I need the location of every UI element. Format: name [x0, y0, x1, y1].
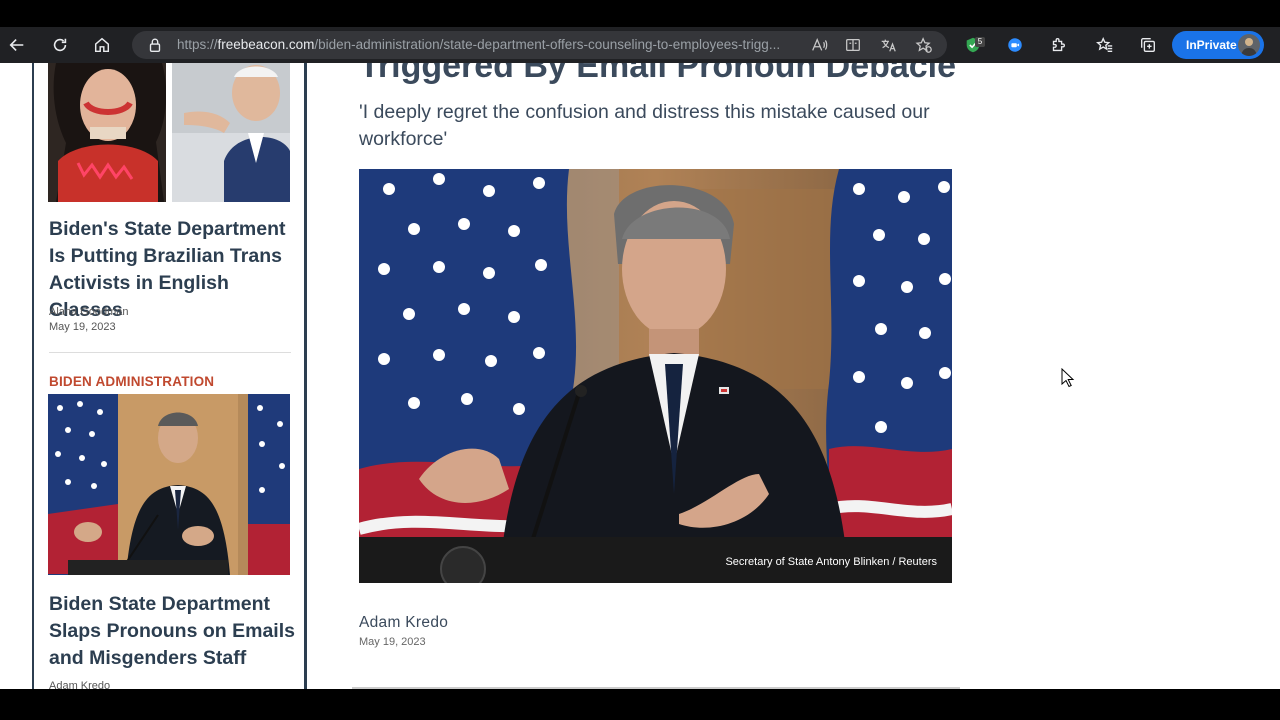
related-stories-sidebar: Biden's State Department Is Putting Braz…: [32, 63, 307, 689]
url-text[interactable]: https://freebeacon.com/biden-administrat…: [177, 37, 817, 52]
lock-icon[interactable]: [146, 36, 164, 54]
article-subheadline: 'I deeply regret the confusion and distr…: [359, 101, 930, 150]
story2-author[interactable]: Adam Kredo: [49, 679, 110, 689]
story2-title[interactable]: Biden State Department Slaps Pronouns on…: [49, 591, 299, 672]
favorite-add-icon[interactable]: [915, 36, 933, 54]
story1-date: May 19, 2023: [49, 321, 116, 333]
article-author[interactable]: Adam Kredo: [359, 614, 448, 632]
read-aloud-icon[interactable]: [810, 36, 828, 54]
image-caption: Secretary of State Antony Blinken / Reut…: [725, 556, 937, 568]
back-icon[interactable]: [6, 34, 28, 56]
address-bar[interactable]: https://freebeacon.com/biden-administrat…: [132, 31, 947, 59]
story1-author[interactable]: Alana Goodman: [49, 305, 129, 319]
profile-avatar: [1238, 34, 1260, 56]
immersive-reader-icon[interactable]: [844, 36, 862, 54]
story2-category[interactable]: BIDEN ADMINISTRATION: [49, 374, 214, 389]
inprivate-button[interactable]: InPrivate: [1172, 31, 1264, 59]
letterbox-bottom: [0, 689, 1280, 720]
story1-thumbnail[interactable]: [48, 63, 290, 202]
article-hero-image[interactable]: Secretary of State Antony Blinken / Reut…: [359, 169, 952, 583]
web-page: Biden's State Department Is Putting Braz…: [0, 63, 1280, 689]
story2-thumbnail[interactable]: [48, 394, 290, 575]
zoom-extension-icon[interactable]: [1004, 34, 1026, 56]
mouse-cursor-icon: [1061, 368, 1075, 388]
browser-toolbar: https://freebeacon.com/biden-administrat…: [0, 27, 1280, 63]
article-headline: Triggered By Email Pronoun Debacle: [359, 63, 957, 85]
refresh-icon[interactable]: [49, 34, 71, 56]
extensions-icon[interactable]: [1047, 34, 1069, 56]
favorites-icon[interactable]: [1094, 34, 1116, 56]
collections-icon[interactable]: [1137, 34, 1159, 56]
extension-badge: 5: [975, 37, 985, 47]
letterbox-top: [0, 0, 1280, 27]
home-icon[interactable]: [91, 34, 113, 56]
translate-icon[interactable]: [879, 36, 897, 54]
story-divider: [49, 352, 291, 353]
article-date: May 19, 2023: [359, 636, 426, 648]
